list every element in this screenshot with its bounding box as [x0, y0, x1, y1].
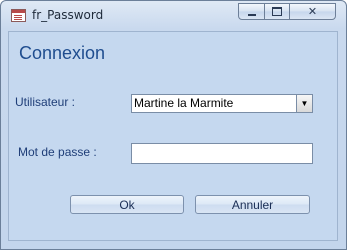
password-input[interactable] — [131, 143, 313, 164]
window-title: fr_Password — [32, 8, 104, 22]
form-heading: Connexion — [19, 43, 106, 63]
form-body: Connexion Utilisateur : Martine la Marmi… — [8, 31, 338, 241]
form-icon — [11, 9, 26, 22]
minimize-icon — [247, 13, 256, 16]
user-select[interactable]: Martine la Marmite ▼ — [131, 94, 313, 113]
password-label: Mot de passe : — [18, 145, 97, 159]
title-bar[interactable]: fr_Password ✕ — [1, 1, 346, 31]
close-icon: ✕ — [307, 5, 318, 18]
cancel-button[interactable]: Annuler — [195, 195, 310, 214]
maximize-icon — [272, 7, 282, 16]
dropdown-arrow-icon[interactable]: ▼ — [296, 95, 312, 112]
ok-button[interactable]: Ok — [70, 195, 184, 214]
user-select-value: Martine la Marmite — [134, 96, 234, 110]
minimize-button[interactable] — [238, 3, 265, 20]
maximize-button[interactable] — [264, 3, 290, 20]
login-window: fr_Password ✕ Connexion Utilisateur : Ma… — [0, 0, 347, 250]
close-button[interactable]: ✕ — [289, 3, 336, 20]
user-label: Utilisateur : — [15, 95, 76, 109]
